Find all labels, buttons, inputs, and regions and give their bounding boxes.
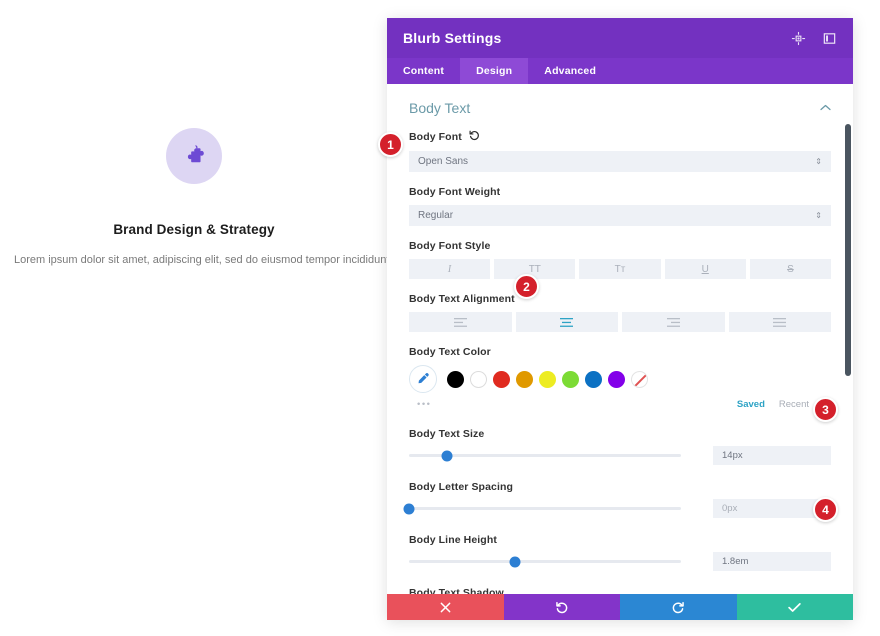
body-font-weight-label: Body Font Weight bbox=[409, 186, 501, 198]
body-letter-spacing-placeholder: 0px bbox=[722, 503, 738, 514]
eyedropper-icon[interactable] bbox=[409, 365, 437, 393]
swatch-green[interactable] bbox=[562, 370, 579, 388]
step-badge-2: 2 bbox=[514, 274, 539, 299]
save-button[interactable] bbox=[736, 594, 853, 620]
panel-footer bbox=[387, 594, 853, 620]
slider-thumb[interactable] bbox=[403, 503, 415, 514]
field-body-text-shadow: Body Text Shadow aA aA bbox=[409, 587, 831, 594]
field-body-font-style: Body Font Style I TT Tᴛ U S bbox=[409, 240, 832, 279]
field-body-text-color: Body Text Color ••• Saved Recent bbox=[409, 346, 831, 410]
field-body-font-weight: Body Font Weight Regular ⇕ bbox=[409, 186, 831, 226]
panel-title: Blurb Settings bbox=[403, 30, 502, 46]
field-body-text-size: Body Text Size 14px bbox=[409, 428, 831, 465]
swatch-blue[interactable] bbox=[585, 370, 602, 388]
blurb-preview: Brand Design & Strategy Lorem ipsum dolo… bbox=[0, 0, 402, 636]
color-meta-row: ••• Saved Recent bbox=[409, 399, 831, 410]
body-font-weight-select[interactable]: Regular ⇕ bbox=[409, 205, 831, 226]
field-body-text-alignment: Body Text Alignment bbox=[409, 293, 831, 332]
body-font-value: Open Sans bbox=[418, 156, 469, 167]
align-center-icon[interactable] bbox=[515, 312, 618, 332]
body-text-color-label: Body Text Color bbox=[409, 346, 491, 358]
body-text-shadow-label: Body Text Shadow bbox=[409, 587, 504, 594]
scrollbar-thumb[interactable] bbox=[845, 124, 851, 376]
body-line-height-slider[interactable] bbox=[409, 553, 681, 567]
tab-saved-colors[interactable]: Saved bbox=[737, 399, 765, 410]
slider-thumb[interactable] bbox=[509, 556, 521, 567]
blurb-title: Brand Design & Strategy bbox=[113, 222, 275, 237]
swatch-orange[interactable] bbox=[516, 370, 533, 388]
section-body-text-header[interactable]: Body Text bbox=[387, 84, 853, 130]
field-body-font: Body Font Open Sans ⇕ bbox=[409, 130, 831, 172]
body-font-label: Body Font bbox=[409, 131, 462, 143]
body-text-alignment-label: Body Text Alignment bbox=[409, 293, 515, 305]
move-settings-icon[interactable] bbox=[791, 31, 806, 46]
swatch-transparent[interactable] bbox=[631, 370, 648, 388]
body-font-style-label: Body Font Style bbox=[409, 240, 491, 252]
reset-icon[interactable] bbox=[469, 130, 480, 144]
step-badge-4: 4 bbox=[813, 497, 838, 522]
panel-header: Blurb Settings bbox=[387, 18, 853, 58]
body-font-select[interactable]: Open Sans ⇕ bbox=[409, 151, 831, 172]
slider-track[interactable] bbox=[409, 556, 681, 567]
tab-advanced[interactable]: Advanced bbox=[528, 58, 612, 84]
align-justify-icon[interactable] bbox=[728, 312, 831, 332]
body-text-size-slider[interactable] bbox=[409, 447, 681, 461]
alignment-button-row bbox=[409, 312, 831, 332]
body-line-height-label: Body Line Height bbox=[409, 534, 497, 546]
panel-scrollbar[interactable] bbox=[845, 84, 851, 594]
color-swatch-row bbox=[409, 365, 831, 393]
swatch-white[interactable] bbox=[470, 370, 487, 388]
body-text-size-input[interactable]: 14px bbox=[713, 446, 831, 465]
chevron-updown-icon: ⇕ bbox=[815, 156, 822, 166]
font-style-button-row: I TT Tᴛ U S bbox=[409, 259, 832, 279]
blurb-body-text: Lorem ipsum dolor sit amet, adipiscing e… bbox=[14, 254, 402, 266]
body-line-height-value: 1.8em bbox=[722, 556, 749, 567]
panel-header-actions bbox=[791, 31, 837, 46]
swatch-red[interactable] bbox=[493, 370, 510, 388]
body-letter-spacing-slider[interactable] bbox=[403, 500, 681, 514]
tab-content[interactable]: Content bbox=[387, 58, 460, 84]
blurb-icon-circle bbox=[166, 128, 222, 184]
uppercase-icon[interactable]: TT bbox=[494, 259, 576, 279]
underline-icon[interactable]: U bbox=[664, 259, 746, 279]
field-label: Body Font bbox=[409, 130, 831, 144]
chevron-up-icon[interactable] bbox=[820, 102, 831, 114]
swatch-purple[interactable] bbox=[608, 370, 625, 388]
body-text-size-value: 14px bbox=[722, 450, 743, 461]
cancel-button[interactable] bbox=[387, 594, 504, 620]
body-line-height-input[interactable]: 1.8em bbox=[713, 552, 831, 571]
slider-track[interactable] bbox=[409, 450, 681, 461]
puzzle-piece-icon bbox=[187, 145, 204, 163]
chevron-updown-icon: ⇕ bbox=[815, 210, 822, 220]
body-letter-spacing-label: Body Letter Spacing bbox=[409, 481, 513, 493]
small-caps-icon[interactable]: Tᴛ bbox=[579, 259, 661, 279]
strikethrough-icon[interactable]: S bbox=[749, 259, 832, 279]
more-colors-button[interactable]: ••• bbox=[409, 399, 431, 410]
redo-button[interactable] bbox=[620, 594, 737, 620]
screen: Brand Design & Strategy Lorem ipsum dolo… bbox=[0, 0, 880, 636]
panel-body: Body Text Body Font Open Sans ⇕ Body Fon… bbox=[387, 84, 853, 594]
align-left-icon[interactable] bbox=[409, 312, 512, 332]
tab-design[interactable]: Design bbox=[460, 58, 529, 84]
field-body-letter-spacing: Body Letter Spacing 0px bbox=[403, 481, 831, 518]
panel-tabs: Content Design Advanced bbox=[387, 58, 853, 84]
slider-thumb[interactable] bbox=[441, 450, 453, 461]
body-font-weight-value: Regular bbox=[418, 210, 454, 221]
step-badge-1: 1 bbox=[378, 132, 403, 157]
tab-recent-colors[interactable]: Recent bbox=[779, 399, 809, 410]
undo-button[interactable] bbox=[503, 594, 620, 620]
body-text-size-label: Body Text Size bbox=[409, 428, 485, 440]
step-badge-3: 3 bbox=[813, 397, 838, 422]
swatch-yellow[interactable] bbox=[539, 370, 556, 388]
italic-icon[interactable]: I bbox=[409, 259, 491, 279]
dock-panel-icon[interactable] bbox=[822, 31, 837, 46]
align-right-icon[interactable] bbox=[622, 312, 725, 332]
field-body-line-height: Body Line Height 1.8em bbox=[409, 534, 831, 571]
fields-list: Body Font Open Sans ⇕ Body Font Weight R… bbox=[387, 130, 853, 594]
slider-track[interactable] bbox=[403, 503, 681, 514]
swatch-black[interactable] bbox=[447, 370, 464, 388]
section-title: Body Text bbox=[409, 100, 471, 116]
blurb-settings-panel: Blurb Settings Content Design Advanced B… bbox=[387, 18, 853, 620]
